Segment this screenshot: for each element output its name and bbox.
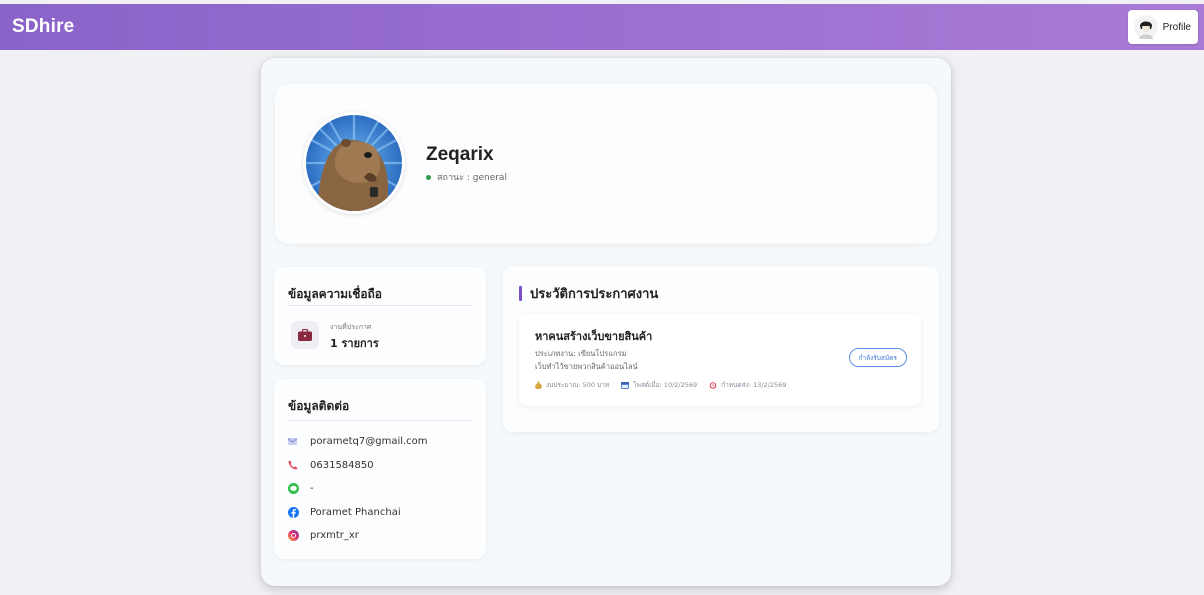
job-history-panel: ประวัติการประกาศงาน หาคนสร้างเว็บขายสินค… [503,266,939,432]
job-card[interactable]: หาคนสร้างเว็บขายสินค้า ประเภทงาน: เขียนโ… [519,313,921,406]
trust-info-title: ข้อมูลความเชื่อถือ [288,287,383,301]
contact-instagram[interactable]: prxmtr_xr [288,524,428,548]
profile-button[interactable]: Profile [1127,10,1198,44]
user-status-text: สถานะ : general [437,173,507,183]
profile-avatar [303,112,405,214]
brand-logo[interactable]: SDhire [12,16,74,38]
phone-icon [288,460,310,470]
instagram-icon [288,530,310,542]
job-status-badge: กำลังรับสมัคร [848,348,907,367]
job-budget-text: งบประมาณ: 500 บาท [546,381,610,389]
trust-info-panel: ข้อมูลความเชื่อถือ งานที่ประกาศ 1 รายการ [274,267,486,365]
username-heading: Zeqarix [426,144,494,165]
status-dot-icon [426,174,431,180]
contact-line-text: - [310,483,314,495]
contact-info-title: ข้อมูลติดต่อ [288,399,350,413]
line-icon [288,483,310,495]
job-budget: งบประมาณ: 500 บาท [535,380,609,390]
job-posted-text: โพสต์เมื่อ: 10/2/2569 [633,381,698,389]
contact-instagram-text: prxmtr_xr [310,530,359,542]
job-description: เว็บทำไว้ขายพวกสินค้าออนไลน์ [535,362,638,371]
job-deadline: กำหนดส่ง: 13/2/2569 [709,380,786,390]
contact-phone-text: 0631584850 [310,459,374,471]
money-bag-icon [535,381,542,389]
job-type: ประเภทงาน: เขียนโปรแกรม [535,349,627,358]
job-history-title: ประวัติการประกาศงาน [530,287,659,302]
job-deadline-text: กำหนดส่ง: 13/2/2569 [721,381,787,389]
profile-header: Zeqarix สถานะ : general [275,84,937,244]
job-title[interactable]: หาคนสร้างเว็บขายสินค้า [535,327,652,345]
contact-facebook[interactable]: Poramet Phanchai [288,501,428,525]
user-status: สถานะ : general [426,170,507,184]
job-history-header: ประวัติการประกาศงาน [519,283,658,304]
alarm-clock-icon [709,382,717,389]
calendar-icon [621,382,630,389]
divider [288,305,472,306]
user-avatar-icon [1133,15,1158,39]
email-icon [288,438,310,446]
posted-jobs-caption: งานที่ประกาศ [330,323,372,331]
contact-phone[interactable]: 0631584850 [288,454,428,478]
title-accent-bar [519,286,522,301]
job-meta: งบประมาณ: 500 บาท โพสต์เมื่อ: 10/2/2569 … [535,380,786,390]
contact-line[interactable]: - [288,477,428,501]
capybara-avatar-image [306,115,402,211]
top-navbar: SDhire Profile [0,4,1204,50]
contact-email-text: porametq7@gmail.com [310,436,428,448]
contact-info-panel: ข้อมูลติดต่อ porametq7@gmail.com 0631584… [274,379,486,559]
contact-email[interactable]: porametq7@gmail.com [288,430,428,454]
profile-card: Zeqarix สถานะ : general ข้อมูลความเชื่อถ… [261,58,951,586]
profile-label: Profile [1162,21,1191,33]
facebook-icon [288,506,310,518]
divider [288,420,472,421]
posted-jobs-count: 1 รายการ [330,337,379,350]
contact-list: porametq7@gmail.com 0631584850 - Poramet… [288,430,428,548]
contact-facebook-text: Poramet Phanchai [310,506,401,518]
job-posted-date: โพสต์เมื่อ: 10/2/2569 [621,380,697,390]
briefcase-icon [291,321,319,349]
